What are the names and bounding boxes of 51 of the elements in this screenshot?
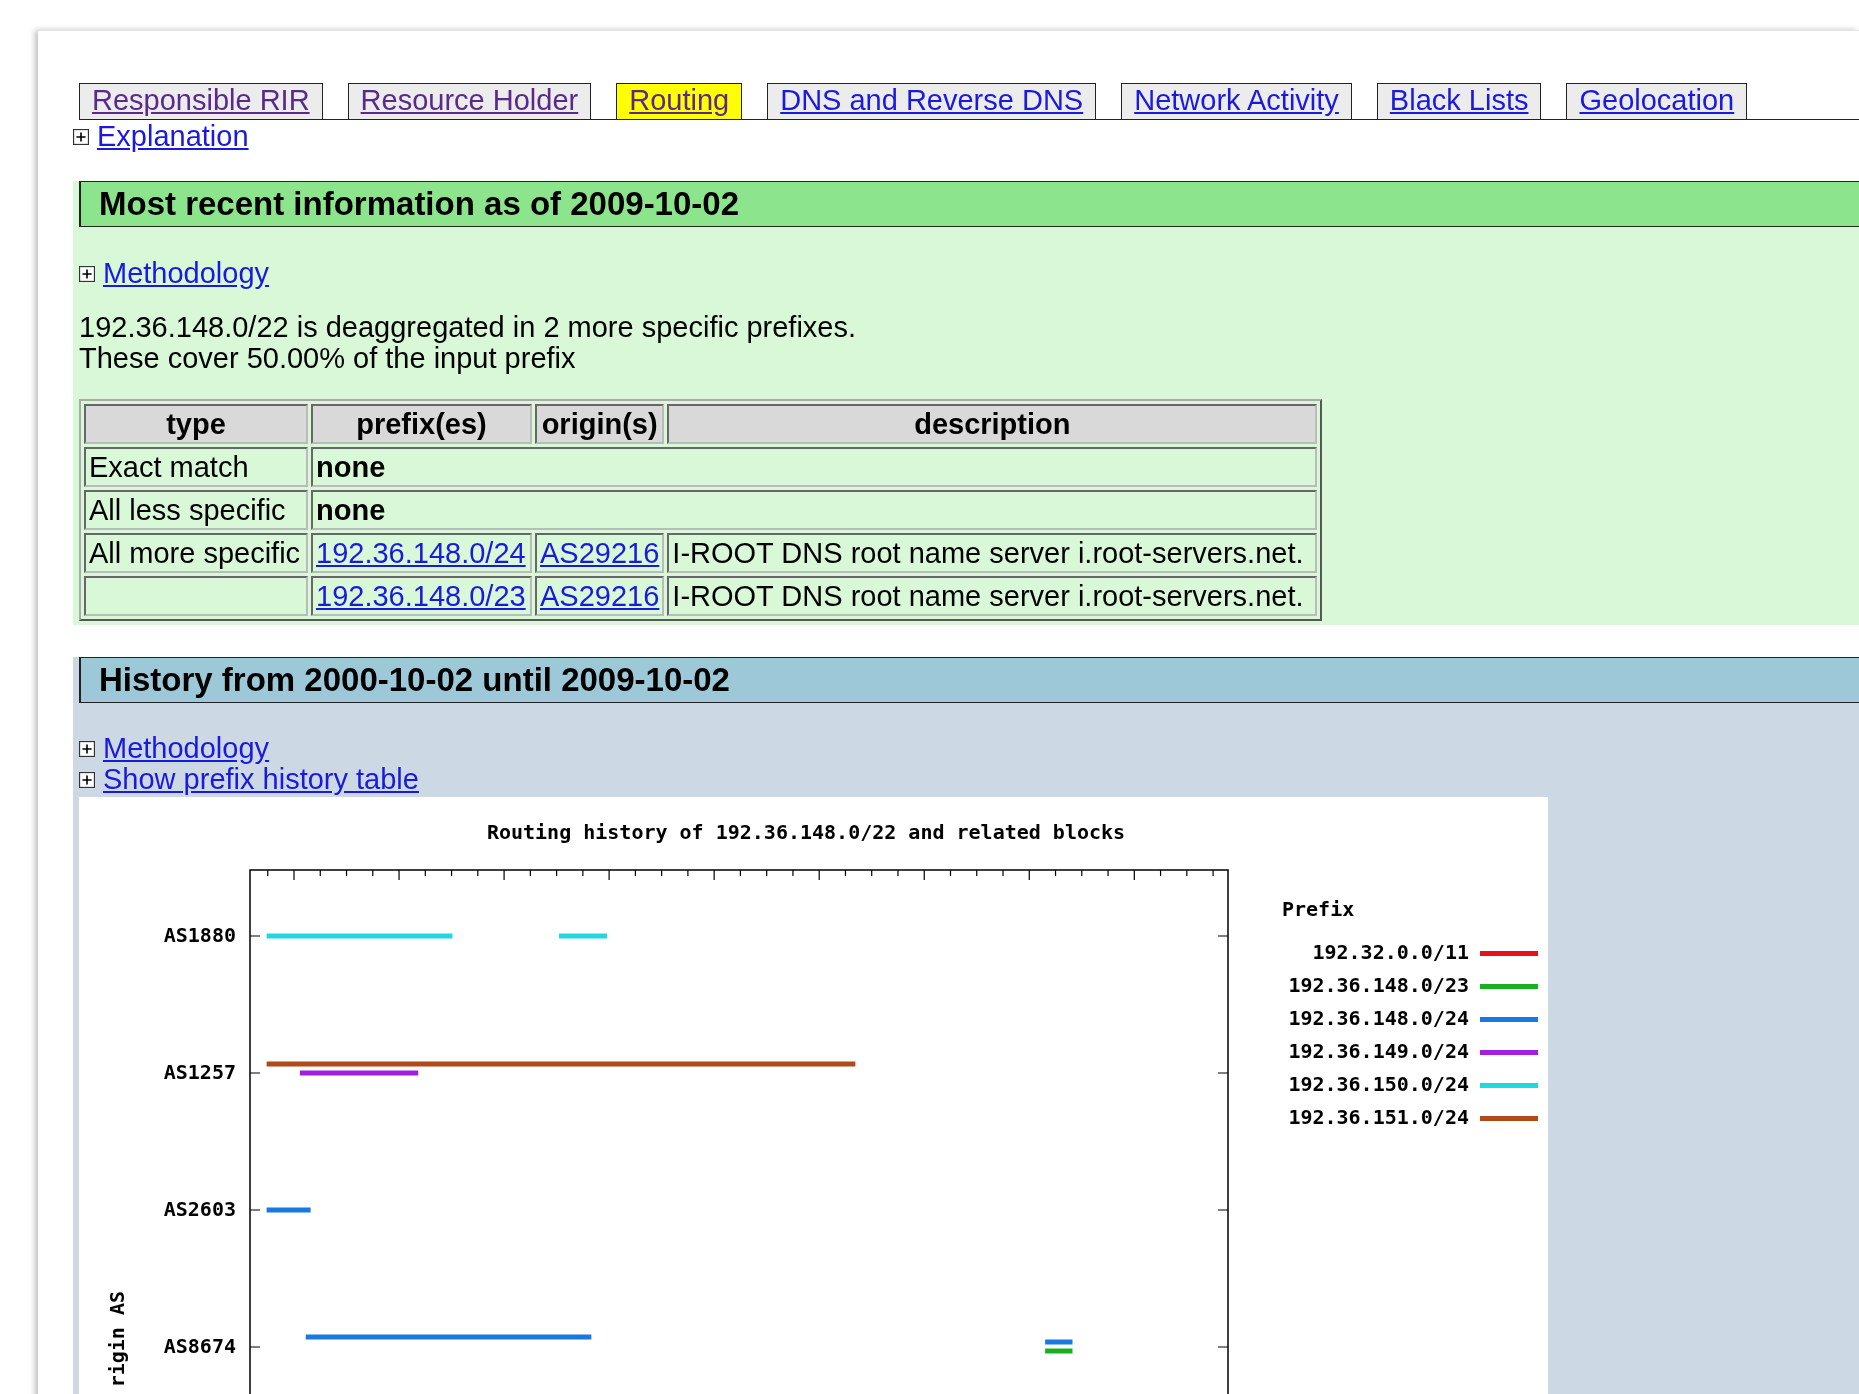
- section-heading: Most recent information as of 2009-10-02: [79, 181, 1859, 227]
- table-cell: none: [311, 490, 1318, 530]
- tab[interactable]: Resource Holder: [347, 83, 592, 120]
- table-cell: none: [311, 447, 1318, 487]
- origin-link[interactable]: AS29216: [540, 536, 660, 569]
- table-cell: I-ROOT DNS root name server i.root-servers.net.: [667, 533, 1318, 573]
- legend-label: 192.36.148.0/23: [1288, 973, 1469, 997]
- legend-label: 192.36.148.0/24: [1288, 1006, 1469, 1030]
- axis-label: AS1880: [163, 923, 236, 947]
- tab[interactable]: Routing: [616, 83, 743, 120]
- table-cell: I-ROOT DNS root name server i.root-servers.net.: [667, 576, 1318, 616]
- origin-link[interactable]: AS29216: [540, 579, 660, 612]
- expand-icon[interactable]: [73, 128, 89, 145]
- route-segment: [1045, 1348, 1073, 1354]
- prefix-link[interactable]: 192.36.148.0/23: [316, 579, 526, 612]
- table-cell: All less specific: [84, 490, 308, 530]
- expand-icon[interactable]: [79, 771, 95, 788]
- legend-label: 192.32.0.0/11: [1312, 940, 1469, 964]
- summary-text: 192.36.148.0/22 is deaggregated in 2 more specific prefixes.: [79, 312, 858, 343]
- axis-label: AS8674: [163, 1334, 236, 1358]
- explanation-link[interactable]: Explanation: [97, 120, 249, 153]
- axis-label: AS1257: [163, 1060, 236, 1084]
- legend-label: 192.36.150.0/24: [1288, 1072, 1469, 1096]
- history-link[interactable]: Show prefix history table: [103, 764, 419, 795]
- prefix-link[interactable]: 192.36.148.0/24: [316, 536, 526, 569]
- route-segment: [1045, 1339, 1073, 1345]
- methodology-link[interactable]: Methodology: [103, 257, 270, 290]
- axis-title: rigin AS: [105, 1291, 129, 1388]
- legend-label: 192.36.151.0/24: [1288, 1105, 1469, 1129]
- column-header: description: [667, 404, 1318, 444]
- tab[interactable]: DNS and Reverse DNS: [767, 83, 1097, 120]
- table-cell: Exact match: [84, 447, 308, 487]
- route-segment: [266, 1207, 311, 1213]
- tab[interactable]: Responsible RIR: [79, 83, 323, 120]
- table-cell: All more specific: [84, 533, 308, 573]
- route-segment: [559, 933, 607, 939]
- tab[interactable]: Black Lists: [1376, 83, 1542, 120]
- axis-label: AS2603: [163, 1197, 236, 1221]
- chart-title: Routing history of 192.36.148.0/22 and related blocks: [486, 820, 1126, 844]
- history-link[interactable]: Methodology: [103, 733, 270, 764]
- tab[interactable]: Network Activity: [1121, 83, 1352, 120]
- column-header: origin(s): [535, 404, 665, 444]
- summary-text: These cover 50.00% of the input prefix: [79, 343, 577, 374]
- legend-title: Prefix: [1282, 897, 1355, 921]
- section-heading: History from 2000-10-02 until 2009-10-02: [79, 657, 1859, 703]
- expand-icon[interactable]: [79, 740, 95, 757]
- column-header: type: [84, 404, 308, 444]
- legend-label: 192.36.149.0/24: [1288, 1039, 1469, 1063]
- tab[interactable]: Geolocation: [1566, 83, 1748, 120]
- column-header: prefix(es): [311, 404, 532, 444]
- expand-icon[interactable]: [79, 265, 95, 282]
